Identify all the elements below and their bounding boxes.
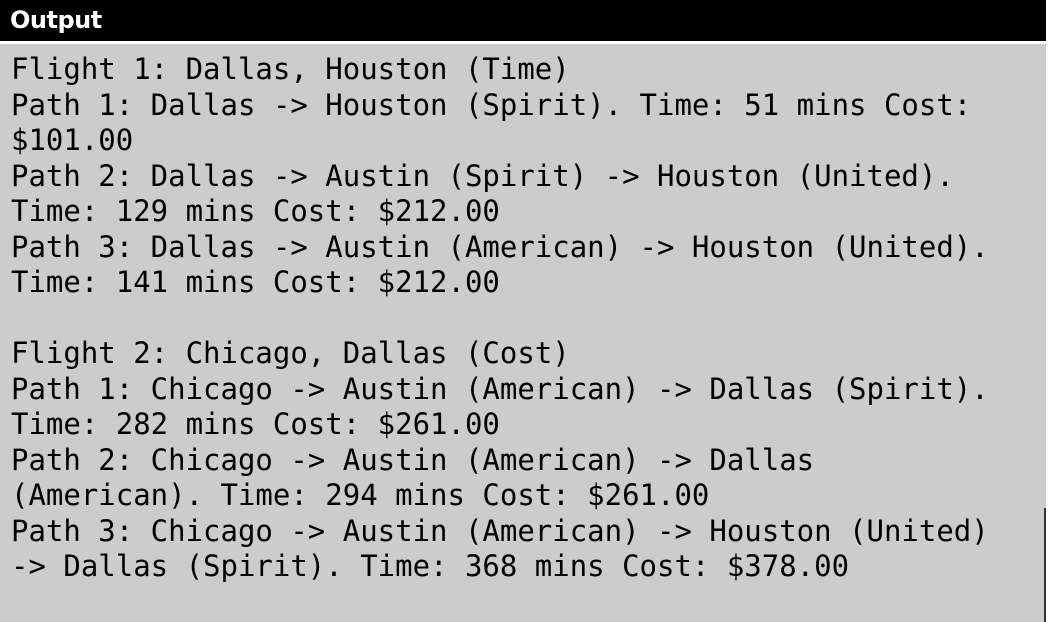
output-text-area[interactable]: Flight 1: Dallas, Houston (Time) Path 1:… <box>0 44 1046 622</box>
output-line: -> Dallas (Spirit). Time: 368 mins Cost:… <box>11 549 850 583</box>
output-line: $101.00 <box>11 123 134 157</box>
output-line: Time: 129 mins Cost: $212.00 <box>11 194 500 228</box>
output-line: Path 1: Chicago -> Austin (American) -> … <box>11 371 989 406</box>
output-title: Output <box>10 6 102 34</box>
output-line: Path 3: Dallas -> Austin (American) -> H… <box>11 229 989 264</box>
output-line: Time: 282 mins Cost: $261.00 <box>11 407 500 441</box>
output-line: Flight 2: Chicago, Dallas (Cost) <box>11 336 570 370</box>
output-panel: Output Flight 1: Dallas, Houston (Time) … <box>0 0 1046 622</box>
output-line: Path 3: Chicago -> Austin (American) -> … <box>11 513 989 548</box>
output-header: Output <box>0 0 1046 41</box>
output-line: Path 2: Dallas -> Austin (Spirit) -> Hou… <box>11 158 954 193</box>
output-line: Path 1: Dallas -> Houston (Spirit). Time… <box>11 87 972 122</box>
output-line: (American). Time: 294 mins Cost: $261.00 <box>11 478 710 512</box>
output-line: Time: 141 mins Cost: $212.00 <box>11 265 500 299</box>
scrollbar[interactable] <box>1044 508 1046 622</box>
output-line: Path 2: Chicago -> Austin (American) -> … <box>11 442 815 477</box>
output-line: Flight 1: Dallas, Houston (Time) <box>11 52 570 86</box>
